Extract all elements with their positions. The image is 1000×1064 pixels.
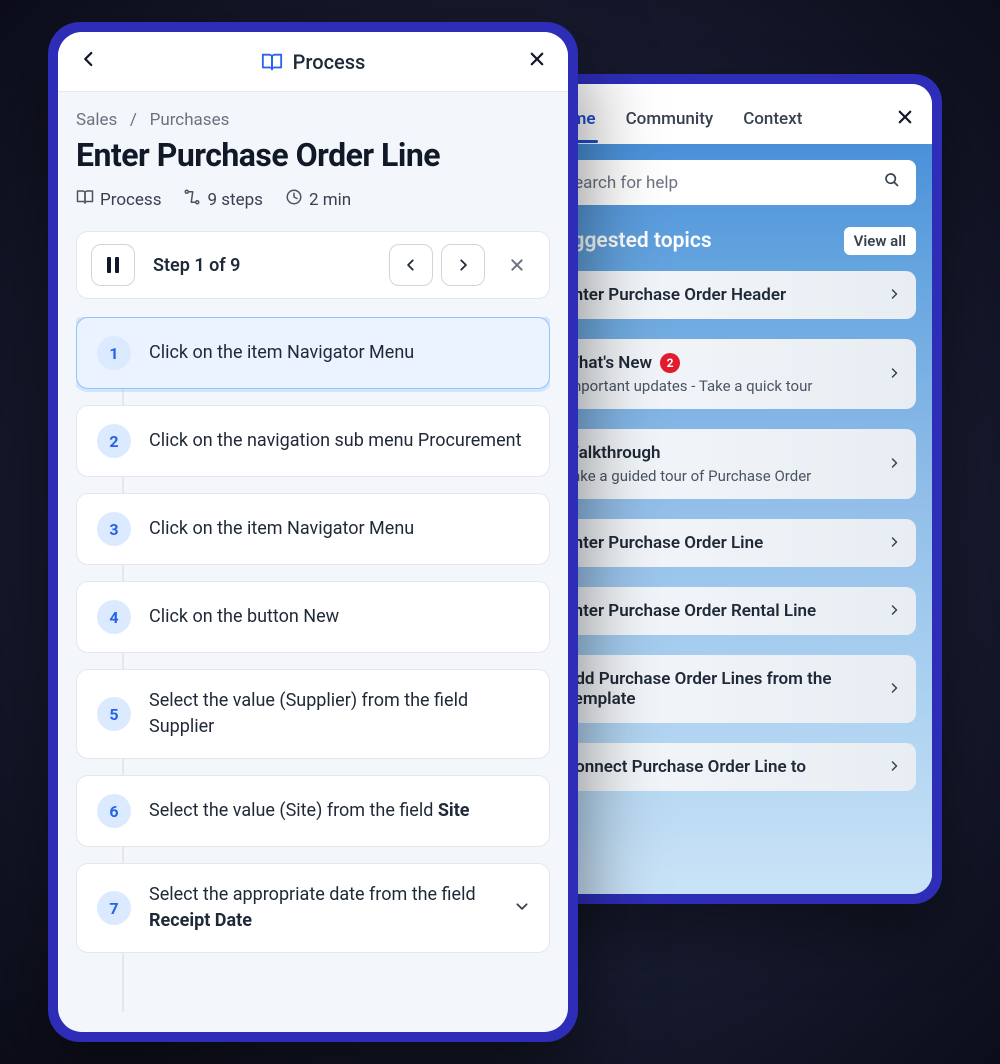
step-item[interactable]: 3 Click on the item Navigator Menu — [76, 493, 550, 565]
topic-card[interactable]: Connect Purchase Order Line to — [548, 743, 916, 791]
step-item[interactable]: 1 Click on the item Navigator Menu — [76, 317, 550, 389]
topic-title: Add Purchase Order Lines from the Templa… — [564, 669, 888, 709]
help-panel: HomeCommunityContext Search for help Sug… — [522, 74, 942, 904]
chevron-right-icon — [888, 286, 900, 304]
step-text: Select the appropriate date from the fie… — [149, 882, 497, 934]
process-panel: Process Sales / Purchases Enter Purchase… — [48, 22, 578, 1042]
step-item[interactable]: 4 Click on the button New — [76, 581, 550, 653]
topic-title: Enter Purchase Order Header — [564, 285, 888, 305]
step-text: Click on the item Navigator Menu — [149, 340, 529, 366]
topics-list: Enter Purchase Order Header What's New2 Im… — [548, 271, 916, 791]
step-number: 3 — [97, 512, 131, 546]
step-item[interactable]: 7 Select the appropriate date from the fi… — [76, 863, 550, 953]
view-all-button[interactable]: View all — [844, 227, 916, 255]
step-controls: Step 1 of 9 — [76, 231, 550, 299]
topic-card[interactable]: Walkthrough Take a guided tour of Purchas… — [548, 429, 916, 499]
book-icon — [76, 188, 94, 211]
pause-button[interactable] — [91, 244, 135, 286]
search-placeholder: Search for help — [564, 173, 678, 193]
step-item[interactable]: 2 Click on the navigation sub menu Procur… — [76, 405, 550, 477]
step-text: Select the value (Site) from the field S… — [149, 798, 529, 824]
step-number: 2 — [97, 424, 131, 458]
topic-card[interactable]: Enter Purchase Order Header — [548, 271, 916, 319]
pause-icon — [107, 257, 119, 273]
topic-card[interactable]: What's New2 Important updates - Take a qu… — [548, 339, 916, 409]
clock-icon — [285, 188, 303, 211]
header-title: Process — [293, 50, 366, 74]
topic-title: Connect Purchase Order Line to — [564, 757, 888, 777]
topic-title: Walkthrough — [564, 443, 888, 463]
suggested-topics-header: Suggested topics View all — [548, 227, 916, 255]
step-number: 1 — [97, 336, 131, 370]
chevron-right-icon — [888, 534, 900, 552]
book-icon — [261, 51, 283, 73]
process-close-button[interactable] — [528, 49, 546, 74]
step-text: Click on the button New — [149, 604, 529, 630]
meta-time: 2 min — [285, 188, 351, 211]
notification-badge: 2 — [660, 353, 680, 373]
topic-title: What's New2 — [564, 353, 888, 373]
prev-step-button[interactable] — [389, 244, 433, 286]
step-number: 6 — [97, 794, 131, 828]
steps-list: 1 Click on the item Navigator Menu 2 Click … — [76, 317, 550, 1032]
process-body: Sales / Purchases Enter Purchase Order L… — [58, 92, 568, 1032]
step-nav-group — [389, 244, 535, 286]
chevron-right-icon — [888, 455, 900, 473]
topic-subtitle: Take a guided tour of Purchase Order — [564, 467, 888, 485]
step-number: 5 — [97, 697, 131, 731]
step-text: Click on the navigation sub menu Procure… — [149, 428, 529, 454]
steps-icon — [183, 188, 201, 211]
step-item[interactable]: 5 Select the value (Supplier) from the fi… — [76, 669, 550, 759]
meta-steps: 9 steps — [183, 188, 262, 211]
header-title-group: Process — [98, 50, 528, 74]
topic-title: Enter Purchase Order Line — [564, 533, 888, 553]
topic-subtitle: Important updates - Take a quick tour — [564, 377, 888, 395]
step-text: Select the value (Supplier) from the fie… — [149, 688, 529, 740]
help-tabs: HomeCommunityContext — [532, 84, 932, 144]
fade-overlay — [532, 834, 932, 894]
process-header: Process — [58, 32, 568, 92]
close-steps-button[interactable] — [499, 244, 535, 286]
topic-card[interactable]: Add Purchase Order Lines from the Templa… — [548, 655, 916, 723]
meta-time-label: 2 min — [309, 190, 351, 210]
process-panel-inner: Process Sales / Purchases Enter Purchase… — [58, 32, 568, 1032]
page-title: Enter Purchase Order Line — [76, 136, 550, 174]
chevron-right-icon — [888, 365, 900, 383]
meta-process-label: Process — [100, 190, 161, 210]
chevron-right-icon — [888, 680, 900, 698]
tab-context[interactable]: Context — [743, 101, 802, 137]
help-panel-inner: HomeCommunityContext Search for help Sug… — [532, 84, 932, 894]
next-step-button[interactable] — [441, 244, 485, 286]
chevron-right-icon — [888, 758, 900, 776]
step-progress-label: Step 1 of 9 — [153, 255, 389, 276]
chevron-down-icon[interactable] — [515, 899, 529, 917]
breadcrumb-current[interactable]: Purchases — [150, 110, 230, 130]
topic-card[interactable]: Enter Purchase Order Rental Line — [548, 587, 916, 635]
step-number: 4 — [97, 600, 131, 634]
step-number: 7 — [97, 891, 131, 925]
meta-row: Process 9 steps 2 min — [76, 188, 550, 211]
help-close-button[interactable] — [896, 107, 914, 131]
help-body: Search for help Suggested topics View al… — [532, 144, 932, 894]
step-text: Click on the item Navigator Menu — [149, 516, 529, 542]
meta-process: Process — [76, 188, 161, 211]
back-button[interactable] — [80, 49, 98, 74]
search-input[interactable]: Search for help — [548, 160, 916, 205]
step-item[interactable]: 6 Select the value (Site) from the field … — [76, 775, 550, 847]
meta-steps-label: 9 steps — [207, 190, 262, 210]
breadcrumb: Sales / Purchases — [76, 110, 550, 130]
breadcrumb-sep: / — [130, 110, 137, 130]
topic-title: Enter Purchase Order Rental Line — [564, 601, 888, 621]
breadcrumb-root[interactable]: Sales — [76, 110, 117, 130]
topic-card[interactable]: Enter Purchase Order Line — [548, 519, 916, 567]
tab-community[interactable]: Community — [626, 101, 714, 137]
chevron-right-icon — [888, 602, 900, 620]
search-icon — [884, 172, 900, 193]
